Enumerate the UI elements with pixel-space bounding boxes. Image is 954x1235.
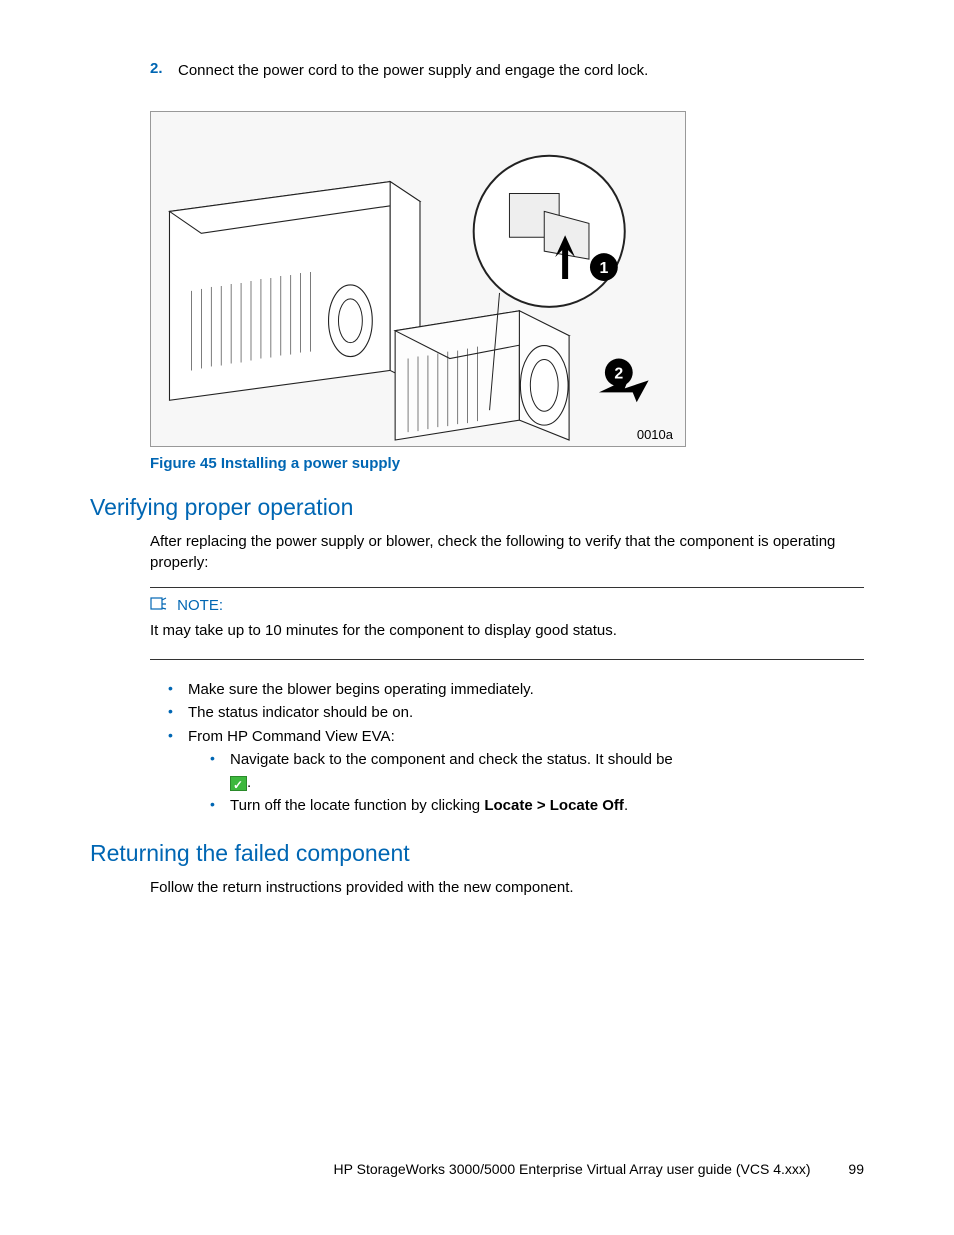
svg-text:2: 2 (614, 365, 623, 382)
note-text: It may take up to 10 minutes for the com… (150, 620, 864, 641)
bullet-text: Make sure the blower begins operating im… (188, 678, 864, 701)
heading-returning: Returning the failed component (90, 840, 864, 867)
figure-image: 1 2 0010a (150, 111, 686, 447)
step-item: 2. Connect the power cord to the power s… (150, 60, 864, 81)
numbered-step-list: 2. Connect the power cord to the power s… (150, 60, 864, 81)
check-icon (230, 776, 247, 791)
figure-id: 0010a (637, 427, 673, 442)
bullet-text: Turn off the locate function by clicking… (230, 794, 864, 817)
note-icon (150, 597, 171, 614)
bullet-marker: • (168, 725, 188, 818)
footer-text: HP StorageWorks 3000/5000 Enterprise Vir… (334, 1161, 811, 1177)
heading-verifying: Verifying proper operation (90, 494, 864, 521)
bullet-text: Navigate back to the component and check… (230, 748, 864, 795)
list-item: • Make sure the blower begins operating … (168, 678, 864, 701)
figure-caption: Figure 45 Installing a power supply (150, 455, 686, 472)
step-text: Connect the power cord to the power supp… (178, 60, 864, 81)
list-item: • From HP Command View EVA: • Navigate b… (168, 725, 864, 818)
intro-paragraph: After replacing the power supply or blow… (150, 531, 864, 573)
bullet-marker: • (210, 748, 230, 795)
note-box: NOTE: It may take up to 10 minutes for t… (150, 587, 864, 660)
return-paragraph: Follow the return instructions provided … (150, 877, 864, 898)
list-item: • Turn off the locate function by clicki… (210, 794, 864, 817)
svg-text:1: 1 (599, 260, 608, 277)
bullet-marker: • (168, 678, 188, 701)
bullet-text: The status indicator should be on. (188, 701, 864, 724)
page-number: 99 (848, 1161, 864, 1177)
sub-bullet-list: • Navigate back to the component and che… (210, 748, 864, 818)
list-item: • Navigate back to the component and che… (210, 748, 864, 795)
locate-path: Locate > Locate Off (484, 797, 624, 814)
bullet-marker: • (210, 794, 230, 817)
step-number: 2. (150, 60, 178, 81)
power-supply-diagram: 1 2 (151, 112, 685, 446)
note-heading: NOTE: (150, 596, 864, 614)
bullet-list: • Make sure the blower begins operating … (168, 678, 864, 818)
bullet-marker: • (168, 701, 188, 724)
figure-container: 1 2 0010a Figure 45 Installing a power s… (150, 111, 686, 472)
note-label: NOTE: (177, 597, 223, 614)
bullet-text: From HP Command View EVA: • Navigate bac… (188, 725, 864, 818)
page-footer: HP StorageWorks 3000/5000 Enterprise Vir… (0, 1161, 864, 1177)
list-item: • The status indicator should be on. (168, 701, 864, 724)
